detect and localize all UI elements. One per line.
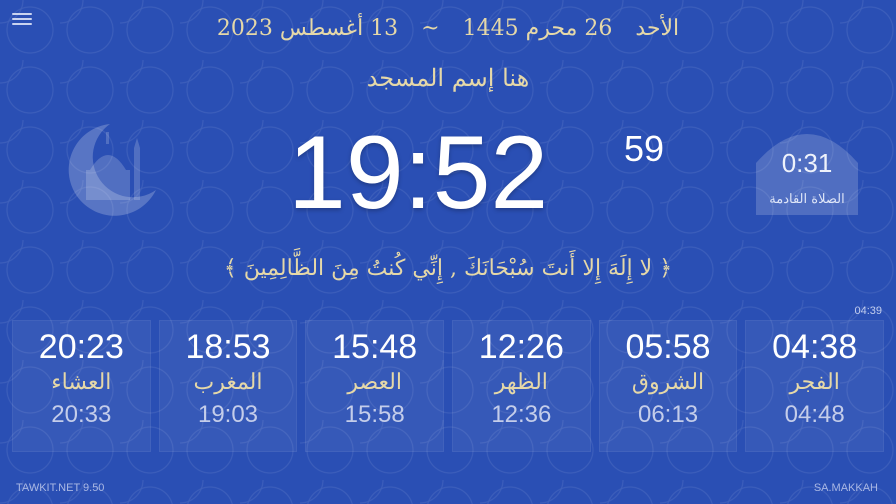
mosque-moon-icon	[68, 124, 156, 216]
prayer-time: 12:26	[478, 328, 564, 366]
prayer-times-row: 20:23 العشاء 20:33 18:53 المغرب 19:03 15…	[8, 320, 888, 452]
iqama-time: 15:58	[344, 401, 405, 428]
prayer-time: 05:58	[625, 328, 711, 366]
next-prayer-label: الصلاة القادمة	[769, 192, 845, 207]
prayer-name: العشاء	[51, 370, 112, 395]
city-label: SA.MAKKAH	[813, 482, 878, 494]
prayer-name: الظهر	[494, 370, 548, 395]
mosque-name: هنا إسم المسجد	[366, 64, 530, 92]
current-time: 19:52	[288, 115, 549, 231]
iqama-time: 19:03	[197, 401, 259, 428]
gregorian-date: 13 أغسطس 2023	[216, 16, 399, 41]
prayer-isha: 20:23 العشاء 20:33	[12, 320, 151, 452]
prayer-name: الفجر	[789, 370, 840, 395]
prayer-name: العصر	[347, 370, 402, 395]
hijri-date: 26 محرم 1445	[462, 16, 613, 41]
prayer-sunrise: 05:58 الشروق 06:13	[598, 320, 738, 452]
prayer-time: 20:23	[38, 328, 124, 366]
dhikr-text: ﴿ لا إِلَهَ إِلا أَنتَ سُبْحَانَكَ , إِن…	[223, 256, 673, 281]
iqama-time: 04:48	[784, 401, 845, 428]
day-name: الأحد	[635, 16, 680, 41]
date-separator: ~	[421, 16, 440, 41]
small-time: 04:39	[854, 305, 882, 317]
prayer-time: 15:48	[332, 328, 418, 366]
next-prayer-countdown: 0:31	[781, 148, 833, 178]
iqama-time: 20:33	[51, 401, 112, 428]
date-line: الأحد 26 محرم 1445 ~ 13 أغسطس 2023	[0, 16, 896, 41]
prayer-time: 18:53	[185, 328, 271, 366]
prayer-fajr: 04:38 الفجر 04:48	[745, 320, 885, 452]
prayer-dhuhr: 12:26 الظهر 12:36	[452, 320, 591, 452]
iqama-time: 12:36	[491, 401, 552, 428]
prayer-time: 04:38	[772, 328, 858, 366]
prayer-name: الشروق	[631, 370, 705, 395]
current-seconds: 59	[624, 128, 665, 169]
app-version: TAWKIT.NET 9.50	[16, 482, 105, 494]
prayer-name: المغرب	[193, 370, 263, 395]
iqama-time: 06:13	[637, 401, 699, 428]
prayer-maghrib: 18:53 المغرب 19:03	[158, 320, 298, 452]
prayer-asr: 15:48 العصر 15:58	[305, 320, 445, 452]
